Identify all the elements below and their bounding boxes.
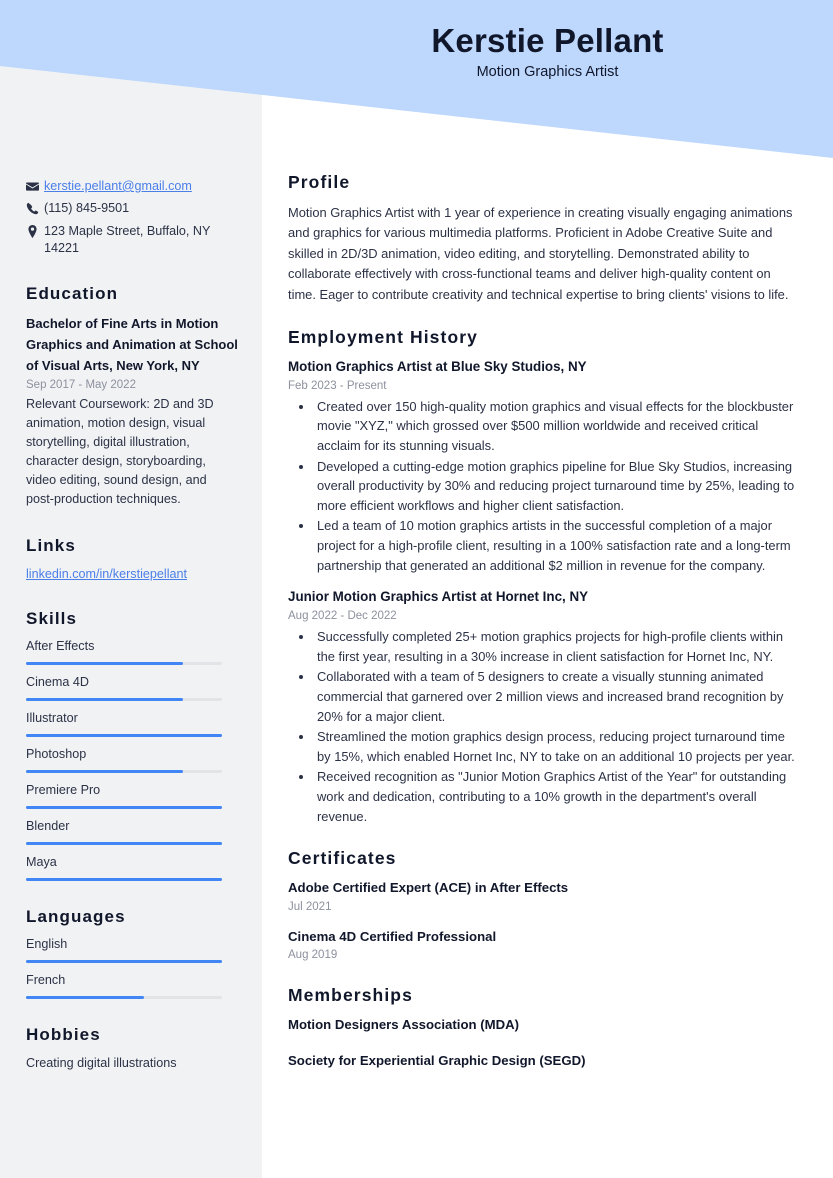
language-label: French [26, 973, 66, 988]
phone-text: (115) 845-9501 [44, 201, 130, 216]
skill-bar-track [26, 662, 222, 666]
profile-heading: Profile [288, 172, 351, 192]
job-bullet: Developed a cutting-edge motion graphics… [314, 457, 798, 516]
memberships-heading: Memberships [288, 985, 413, 1006]
skill-label: Premiere Pro [26, 783, 101, 798]
contact-row-phone: (115) 845-9501 [26, 200, 238, 217]
job-entry: Motion Graphics Artist at Blue Sky Studi… [288, 358, 798, 575]
skill-item: Photoshop [26, 746, 238, 774]
language-bar-fill [26, 996, 144, 1000]
memberships-section: Memberships Motion Designers Association… [288, 985, 798, 1070]
sidebar: kerstie.pellant@gmail.com (115) 845-9501… [0, 0, 262, 1073]
job-date: Aug 2022 - Dec 2022 [288, 610, 397, 623]
profile-text: Motion Graphics Artist with 1 year of ex… [288, 205, 793, 302]
certificate-title: Cinema 4D Certified Professional [288, 928, 497, 944]
language-label: English [26, 937, 68, 952]
job-bullet: Received recognition as "Junior Motion G… [314, 767, 798, 826]
job-bullet: Successfully completed 25+ motion graphi… [314, 627, 798, 666]
skill-bar-fill [26, 698, 183, 702]
hobbies-heading: Hobbies [26, 1025, 101, 1045]
education-description: Relevant Coursework: 2D and 3D animation… [26, 396, 214, 507]
certificate-entry: Adobe Certified Expert (ACE) in After Ef… [288, 879, 798, 915]
languages-heading: Languages [26, 907, 126, 927]
hobbies-text: Creating digital illustrations [26, 1056, 177, 1071]
resume-page: Kerstie Pellant Motion Graphics Artist k… [0, 0, 833, 1178]
skill-bar-track [26, 770, 222, 774]
skill-bar-track [26, 806, 222, 810]
link-linkedin[interactable]: linkedin.com/in/kerstiepellant [26, 566, 187, 584]
skill-item: Cinema 4D [26, 674, 238, 702]
employment-heading: Employment History [288, 326, 478, 347]
job-entry: Junior Motion Graphics Artist at Hornet … [288, 588, 798, 826]
languages-list: English French [26, 936, 238, 1000]
certificates-list: Adobe Certified Expert (ACE) in After Ef… [288, 879, 798, 963]
links-heading: Links [26, 535, 76, 555]
skills-heading: Skills [26, 609, 78, 629]
skill-item: Illustrator [26, 710, 238, 738]
address-text: 123 Maple Street, Buffalo, NY 14221 [44, 223, 211, 256]
skill-bar-fill [26, 734, 222, 738]
job-bullet: Collaborated with a team of 5 designers … [314, 667, 798, 726]
skill-item: Maya [26, 854, 238, 882]
certificates-section: Certificates Adobe Certified Expert (ACE… [288, 848, 798, 963]
certificate-entry: Cinema 4D Certified Professional Aug 2019 [288, 928, 798, 964]
skill-bar-fill [26, 842, 222, 846]
skill-bar-track [26, 698, 222, 702]
language-bar-track [26, 996, 222, 1000]
skill-bar-track [26, 842, 222, 846]
skill-item: After Effects [26, 638, 238, 666]
main-column: Profile Motion Graphics Artist with 1 ye… [262, 0, 833, 1092]
certificate-title: Adobe Certified Expert (ACE) in After Ef… [288, 880, 569, 896]
job-title: Motion Graphics Artist at Blue Sky Studi… [288, 358, 587, 374]
skill-item: Premiere Pro [26, 782, 238, 810]
skill-label: After Effects [26, 639, 95, 654]
location-pin-icon [26, 223, 44, 238]
skill-bar-fill [26, 878, 222, 882]
phone-icon [26, 200, 44, 215]
job-bullet: Streamlined the motion graphics design p… [314, 727, 798, 766]
education-heading: Education [26, 283, 119, 303]
skill-bar-fill [26, 806, 222, 810]
certificate-date: Jul 2021 [288, 900, 332, 913]
language-item: French [26, 972, 238, 1000]
skills-list: After Effects Cinema 4D Illustrator Photosh… [26, 638, 238, 882]
education-degree: Bachelor of Fine Arts in Motion Graphics… [26, 315, 238, 373]
contact-row-address: 123 Maple Street, Buffalo, NY 14221 [26, 223, 238, 258]
skill-bar-track [26, 878, 222, 882]
skill-label: Blender [26, 819, 70, 834]
jobs-list: Motion Graphics Artist at Blue Sky Studi… [288, 358, 798, 826]
language-bar-track [26, 960, 222, 964]
skill-label: Maya [26, 855, 57, 870]
contact-row-email: kerstie.pellant@gmail.com [26, 178, 238, 195]
envelope-icon [26, 178, 44, 193]
skill-bar-track [26, 734, 222, 738]
profile-section: Profile Motion Graphics Artist with 1 ye… [288, 172, 798, 305]
job-bullet-list: Created over 150 high-quality motion gra… [288, 397, 798, 575]
skill-bar-fill [26, 770, 183, 774]
language-bar-fill [26, 960, 222, 964]
skill-label: Illustrator [26, 711, 78, 726]
job-date: Feb 2023 - Present [288, 379, 387, 392]
job-title: Junior Motion Graphics Artist at Hornet … [288, 589, 589, 605]
email-link[interactable]: kerstie.pellant@gmail.com [44, 178, 192, 195]
education-date: Sep 2017 - May 2022 [26, 378, 136, 391]
job-bullet: Created over 150 high-quality motion gra… [314, 397, 798, 456]
skill-item: Blender [26, 818, 238, 846]
memberships-list: Motion Designers Association (MDA) Societ… [288, 1016, 798, 1070]
skill-label: Photoshop [26, 747, 87, 762]
job-bullet: Led a team of 10 motion graphics artists… [314, 516, 798, 575]
certificate-date: Aug 2019 [288, 949, 338, 962]
certificates-heading: Certificates [288, 848, 397, 869]
education-entry: Bachelor of Fine Arts in Motion Graphics… [26, 313, 238, 510]
skill-bar-fill [26, 662, 183, 666]
employment-section: Employment History Motion Graphics Artis… [288, 327, 798, 826]
skill-label: Cinema 4D [26, 675, 89, 690]
job-bullet-list: Successfully completed 25+ motion graphi… [288, 627, 798, 826]
language-item: English [26, 936, 238, 964]
membership-title: Society for Experiential Graphic Design … [288, 1052, 586, 1068]
membership-title: Motion Designers Association (MDA) [288, 1017, 520, 1033]
